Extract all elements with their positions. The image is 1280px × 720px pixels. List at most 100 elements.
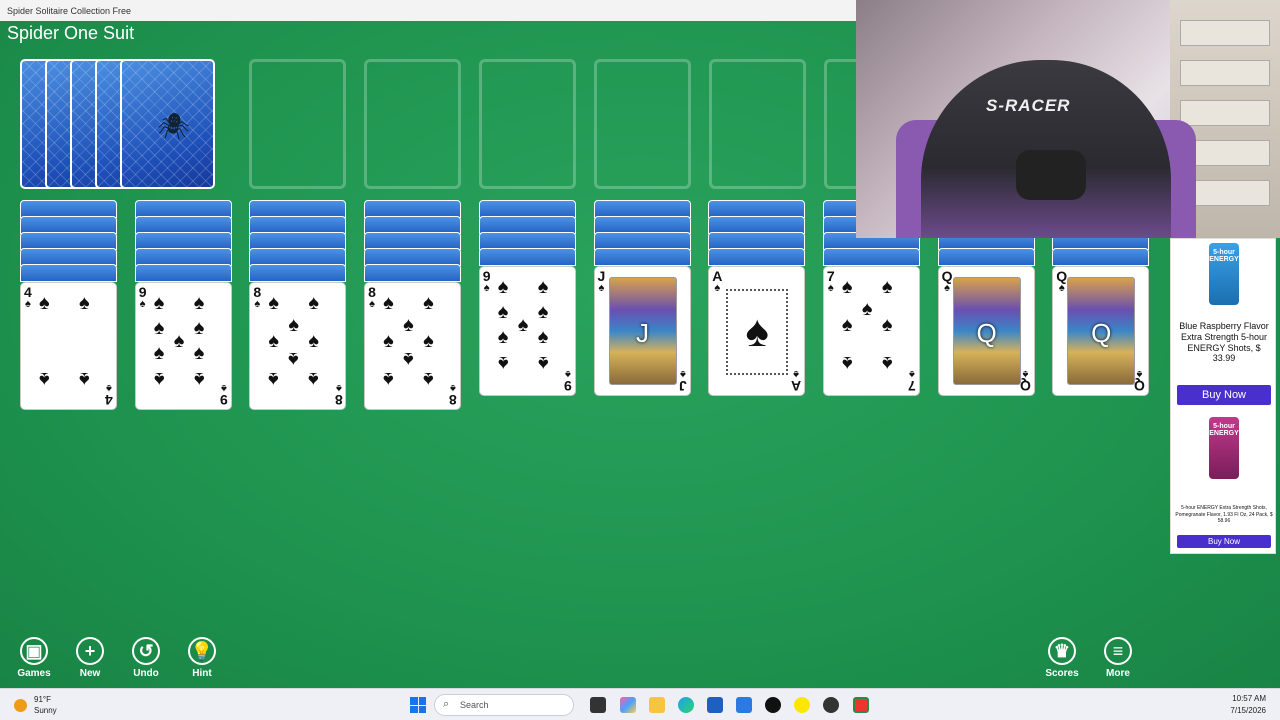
more-label: More (1106, 668, 1130, 679)
edge-icon[interactable] (678, 697, 694, 713)
games-icon: ▣ (20, 637, 48, 665)
new-button[interactable]: + New (70, 637, 110, 679)
spider-icon: 🕷 (157, 111, 191, 141)
tableau-card-9-spades[interactable]: 9 ♠ 9 ♠ ♠ ♠ ♠ ♠ ♠ ♠ ♠ ♠ ♠ (478, 266, 576, 396)
shelf-drawer (1180, 60, 1270, 86)
undo-icon: ↺ (132, 637, 160, 665)
sun-icon[interactable] (14, 699, 27, 712)
ad-panel[interactable]: 5-hour ENERGY Blue Raspberry Flavor Extr… (1170, 238, 1276, 554)
clock-date[interactable]: 7/15/2026 (1230, 706, 1266, 715)
scores-button[interactable]: ♛ Scores (1042, 637, 1082, 679)
spade-pip-icon: ♠ (497, 276, 509, 298)
snapchat-icon[interactable] (794, 697, 810, 713)
card-corner-rank: 7 ♠ (827, 269, 835, 294)
spade-icon: ♠ (254, 298, 261, 310)
buy-now-button-2[interactable]: Buy Now (1177, 535, 1271, 548)
rank-label: 8 (449, 392, 458, 408)
card-corner-rank: Q ♠ (1056, 269, 1067, 294)
spade-icon: ♠ (483, 282, 490, 294)
tiktok-icon[interactable] (765, 697, 781, 713)
court-figure: J (608, 277, 677, 385)
face-down-card (364, 264, 462, 282)
file-explorer-icon[interactable] (649, 697, 665, 713)
buy-now-button-1[interactable]: Buy Now (1177, 385, 1271, 405)
card-corner-rank: 8 ♠ (449, 382, 458, 408)
spade-pip-icon: ♠ (383, 292, 394, 314)
spade-pip-icon: ♠ (841, 314, 853, 336)
more-button[interactable]: ≡ More (1098, 637, 1138, 679)
spade-icon: ♠ (598, 282, 605, 294)
store-icon[interactable] (707, 697, 723, 713)
spade-icon: ♠ (944, 282, 950, 294)
tableau-card-8-spades[interactable]: 8 ♠ 8 ♠ ♠ ♠ ♠ ♠ ♠ ♠ ♠ ♠ (249, 282, 347, 410)
energy-can-blue: 5-hour ENERGY (1209, 243, 1239, 305)
spade-pip-icon: ♠ (308, 368, 320, 390)
solitaire-icon[interactable] (853, 697, 869, 713)
court-rank: J (636, 318, 649, 348)
foundation-slot (364, 59, 461, 189)
tableau-card-8-spades[interactable]: 8 ♠ 8 ♠ ♠ ♠ ♠ ♠ ♠ ♠ ♠ ♠ (364, 282, 462, 410)
app-icon[interactable] (823, 697, 839, 713)
spade-icon: ♠ (24, 298, 31, 310)
menu-icon: ≡ (1104, 637, 1132, 665)
spade-icon: ♠ (827, 282, 834, 294)
task-view-icon[interactable] (590, 697, 606, 713)
taskbar-search[interactable]: ⌕ Search (434, 694, 574, 716)
court-rank: Q (1091, 318, 1112, 348)
spade-pip-icon: ♠ (193, 317, 205, 339)
rank-label: A (791, 378, 802, 394)
tableau-card-7-spades[interactable]: 7 ♠ 7 ♠ ♠ ♠ ♠ ♠ ♠ ♠ ♠ (822, 266, 920, 396)
spade-pip-icon: ♠ (173, 330, 185, 352)
hint-button[interactable]: 💡 Hint (182, 637, 222, 679)
spade-pip-icon: ♠ (537, 276, 549, 298)
mail-icon[interactable] (736, 697, 752, 713)
spade-pip-icon: ♠ (153, 292, 165, 314)
gaming-chair (921, 60, 1171, 238)
chair-pillow (1016, 150, 1086, 200)
foundation-slot (594, 59, 691, 189)
spade-pip-icon: ♠ (153, 342, 165, 364)
spade-pip-icon: ♠ (383, 368, 394, 390)
spade-pip-icon: ♠ (841, 276, 853, 298)
tableau-card-q-spades[interactable]: Q ♠ Q ♠ Q (1052, 266, 1150, 396)
games-button[interactable]: ▣ Games (14, 637, 54, 679)
face-down-card (937, 248, 1035, 266)
spade-pip-icon: ♠ (881, 276, 893, 298)
card-corner-rank: A ♠ (791, 368, 802, 394)
spade-pip-icon: ♠ (841, 352, 853, 374)
spade-pip-icon: ♠ (881, 352, 893, 374)
spade-pip-icon: ♠ (288, 314, 300, 336)
spade-icon: ♠ (369, 298, 375, 310)
card-corner-rank: 9 ♠ (220, 382, 228, 408)
weather-desc[interactable]: Sunny (34, 706, 57, 715)
taskbar: 91°F Sunny ⌕ Search 10:57 AM 7/15/2026 (0, 688, 1280, 720)
face-down-card (478, 248, 576, 266)
webcam-overlay: S-RACER (856, 0, 1280, 238)
weather-temp[interactable]: 91°F (34, 695, 51, 704)
spade-pip-icon: ♠ (193, 292, 205, 314)
spade-pip-icon: ♠ (268, 368, 280, 390)
rank-label: J (678, 378, 687, 394)
windows-start-icon[interactable] (410, 697, 426, 713)
face-down-card (822, 248, 920, 266)
card-corner-rank: 9 ♠ (483, 269, 491, 294)
card-corner-rank: Q ♠ (1134, 368, 1145, 394)
face-down-card (249, 264, 347, 282)
spade-pip-icon: ♠ (193, 368, 205, 390)
tableau-card-q-spades[interactable]: Q ♠ Q ♠ Q (937, 266, 1035, 396)
tableau-card-9-spades[interactable]: 9 ♠ 9 ♠ ♠ ♠ ♠ ♠ ♠ ♠ ♠ ♠ ♠ (134, 282, 232, 410)
copilot-icon[interactable] (620, 697, 636, 713)
search-icon: ⌕ (443, 698, 450, 710)
tableau-card-a-spades[interactable]: A ♠ A ♠ ♠ (708, 266, 806, 396)
clock-time[interactable]: 10:57 AM (1232, 694, 1266, 703)
face-down-card (708, 248, 806, 266)
spade-icon: ♠ (909, 368, 915, 380)
stock-card[interactable]: 🕷 (120, 59, 215, 189)
card-corner-rank: A ♠ (712, 269, 722, 294)
undo-button[interactable]: ↺ Undo (126, 637, 166, 679)
spade-icon: ♠ (714, 282, 721, 294)
spade-pip-icon: ♠ (497, 301, 509, 323)
tableau-card-j-spades[interactable]: J ♠ J ♠ J (593, 266, 691, 396)
tableau-card-4-spades[interactable]: 4 ♠ 4 ♠ ♠ ♠ ♠ ♠ (20, 282, 117, 410)
card-corner-rank: 7 ♠ (908, 368, 916, 394)
